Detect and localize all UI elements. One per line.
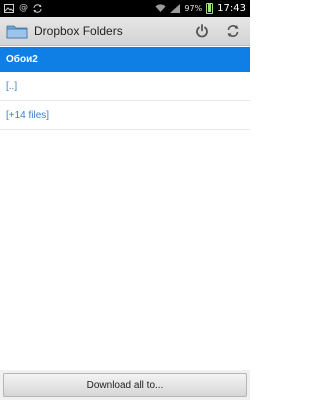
sync-icon xyxy=(33,4,42,13)
signal-icon xyxy=(170,4,181,13)
folder-list: Обои2 [..] [+14 files] xyxy=(0,47,250,130)
status-clock: 17:43 xyxy=(217,3,246,14)
refresh-button[interactable] xyxy=(222,20,244,42)
refresh-icon xyxy=(227,25,239,37)
gallery-icon xyxy=(4,4,14,13)
power-button[interactable] xyxy=(191,20,213,42)
list-item-current-folder[interactable]: Обои2 xyxy=(0,47,250,72)
list-item-label: [..] xyxy=(6,80,18,92)
at-icon: @ xyxy=(19,3,28,13)
list-item-label: [+14 files] xyxy=(6,109,50,121)
power-icon xyxy=(196,24,208,38)
battery-icon xyxy=(206,3,214,14)
action-bar: Dropbox Folders xyxy=(0,17,250,46)
wifi-icon xyxy=(155,4,166,13)
download-all-button[interactable]: Download all to... xyxy=(3,373,247,397)
battery-percent: 97% xyxy=(184,4,203,13)
status-bar: @ 97% 17:43 xyxy=(0,0,250,17)
bottom-bar: Download all to... xyxy=(0,370,250,400)
status-right-icons: 97% 17:43 xyxy=(155,3,246,14)
status-left-icons: @ xyxy=(4,4,42,13)
list-item-label: Обои2 xyxy=(6,54,38,65)
list-item-parent-folder[interactable]: [..] xyxy=(0,72,250,101)
list-item-files[interactable]: [+14 files] xyxy=(0,101,250,130)
app-title: Dropbox Folders xyxy=(34,24,123,38)
folder-icon xyxy=(6,23,28,39)
